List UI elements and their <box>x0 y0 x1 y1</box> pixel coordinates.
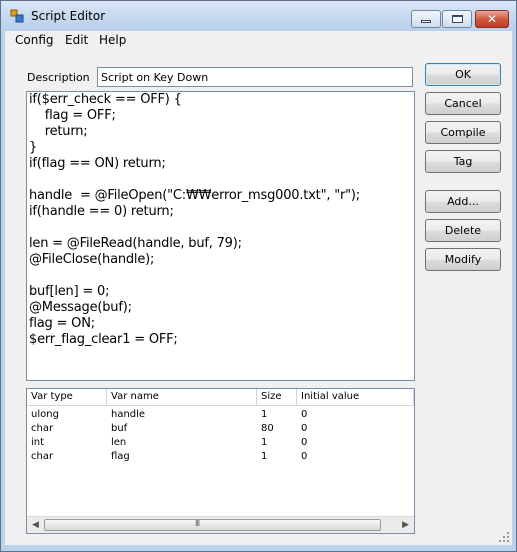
variable-list-header: Var type Var name Size Initial value <box>27 389 414 406</box>
var-name-cell: buf <box>111 423 128 434</box>
minimize-icon <box>421 20 431 23</box>
script-editor-window: Script Editor ✕ Config Edit Help Descrip… <box>0 0 517 552</box>
modify-button[interactable]: Modify <box>425 248 501 271</box>
var-initial-value-cell: 0 <box>301 451 308 462</box>
var-initial-value-cell: 0 <box>301 409 308 420</box>
code-line: if($err_check == OFF) { <box>29 92 182 107</box>
maximize-icon <box>451 15 463 23</box>
var-name-cell: len <box>111 437 127 448</box>
variable-row[interactable]: ulong handle 1 0 <box>27 409 414 423</box>
var-type-cell: char <box>31 451 54 462</box>
resize-grip-icon[interactable] <box>498 531 510 543</box>
var-name-cell: flag <box>111 451 130 462</box>
menu-help[interactable]: Help <box>96 33 129 47</box>
code-line: @Message(buf); <box>29 300 132 315</box>
scrollbar-grip-icon: III <box>195 519 200 528</box>
var-size-cell: 1 <box>261 437 268 448</box>
title-bar[interactable]: Script Editor ✕ <box>1 1 516 31</box>
code-line: if(handle == 0) return; <box>29 204 174 219</box>
menu-bar: Config Edit Help <box>5 31 512 51</box>
close-icon: ✕ <box>486 12 498 26</box>
cancel-button[interactable]: Cancel <box>425 92 501 115</box>
scrollbar-thumb[interactable]: III <box>44 519 381 531</box>
var-type-cell: char <box>31 423 54 434</box>
scroll-left-icon[interactable]: ◀ <box>32 520 39 530</box>
scroll-right-icon[interactable]: ▶ <box>402 520 409 530</box>
column-header-initial-value[interactable]: Initial value <box>297 389 414 406</box>
code-line: len = @FileRead(handle, buf, 79); <box>29 236 242 251</box>
window-title: Script Editor <box>31 9 106 23</box>
variable-row[interactable]: char buf 80 0 <box>27 423 414 437</box>
ok-button[interactable]: OK <box>425 63 501 86</box>
var-name-cell: handle <box>111 409 146 420</box>
compile-button[interactable]: Compile <box>425 121 501 144</box>
code-line: handle = @FileOpen("C:₩₩error_msg000.txt… <box>29 188 360 203</box>
var-size-cell: 80 <box>261 423 274 434</box>
variable-row[interactable]: char flag 1 0 <box>27 451 414 465</box>
var-size-cell: 1 <box>261 451 268 462</box>
code-line: if(flag == ON) return; <box>29 156 166 171</box>
minimize-button[interactable] <box>411 10 441 28</box>
code-line: flag = OFF; <box>29 108 116 123</box>
script-editor-app-icon <box>10 9 24 23</box>
variable-row[interactable]: int len 1 0 <box>27 437 414 451</box>
column-header-var-type[interactable]: Var type <box>27 389 107 406</box>
script-code-editor[interactable]: if($err_check == OFF) { flag = OFF; retu… <box>26 91 415 381</box>
var-type-cell: int <box>31 437 45 448</box>
dialog-client-area: Description if($err_check == OFF) { flag… <box>5 51 512 545</box>
code-line: return; <box>29 124 88 139</box>
column-header-var-name[interactable]: Var name <box>107 389 257 406</box>
description-label: Description <box>27 71 90 84</box>
variable-list: Var type Var name Size Initial value ulo… <box>26 388 415 534</box>
var-type-cell: ulong <box>31 409 59 420</box>
tag-button[interactable]: Tag <box>425 150 501 173</box>
column-header-size[interactable]: Size <box>257 389 297 406</box>
code-line: buf[len] = 0; <box>29 284 110 299</box>
var-size-cell: 1 <box>261 409 268 420</box>
code-line: @FileClose(handle); <box>29 252 155 267</box>
add-button[interactable]: Add... <box>425 190 501 213</box>
horizontal-scrollbar[interactable]: ◀ III ▶ <box>27 516 414 533</box>
maximize-button[interactable] <box>442 10 472 28</box>
close-button[interactable]: ✕ <box>475 10 509 28</box>
menu-edit[interactable]: Edit <box>62 33 91 47</box>
code-line: } <box>29 140 38 155</box>
menu-config[interactable]: Config <box>12 33 57 47</box>
description-input[interactable] <box>97 67 413 87</box>
code-line: $err_flag_clear1 = OFF; <box>29 332 178 347</box>
delete-button[interactable]: Delete <box>425 219 501 242</box>
var-initial-value-cell: 0 <box>301 437 308 448</box>
code-line: flag = ON; <box>29 316 95 331</box>
var-initial-value-cell: 0 <box>301 423 308 434</box>
